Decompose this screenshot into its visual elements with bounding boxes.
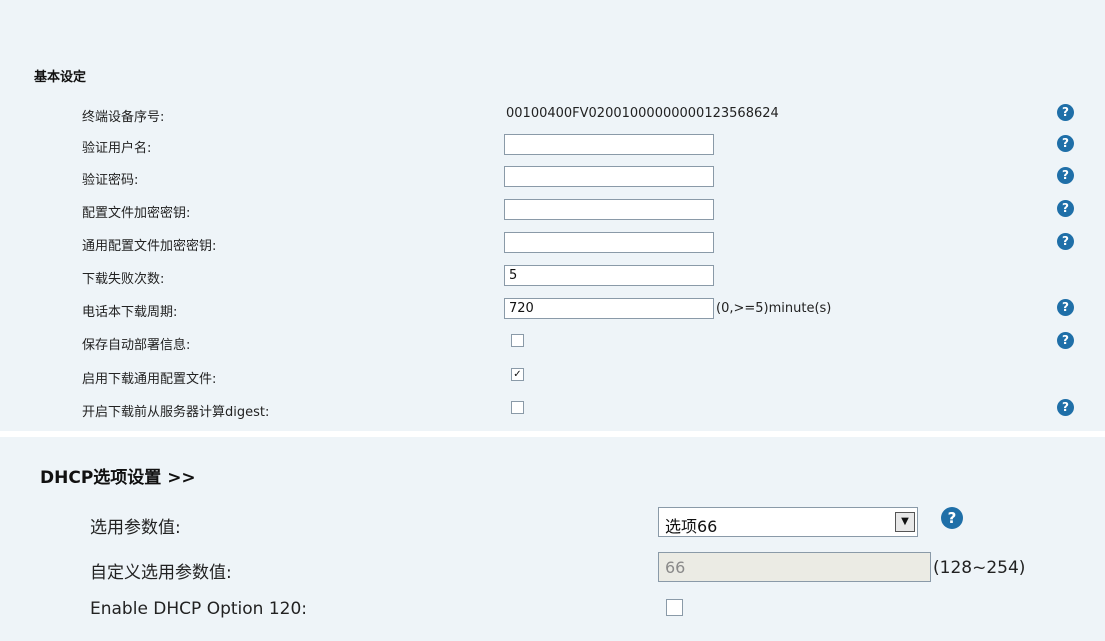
- fail-count-input[interactable]: [504, 265, 714, 286]
- row-digest: 开启下载前从服务器计算digest: ?: [0, 397, 1105, 423]
- fail-count-label: 下载失败次数:: [82, 272, 165, 287]
- serial-label: 终端设备序号:: [82, 110, 165, 125]
- custom-param-input: 66: [658, 552, 931, 582]
- row-auth-pass: 验证密码: ?: [0, 165, 1105, 191]
- help-icon[interactable]: ?: [1057, 332, 1074, 349]
- help-icon[interactable]: ?: [1057, 135, 1074, 152]
- section-title-dhcp[interactable]: DHCP选项设置 >>: [40, 463, 196, 488]
- enable-common-config-label: 启用下载通用配置文件:: [82, 372, 217, 387]
- help-icon[interactable]: ?: [1057, 299, 1074, 316]
- help-icon[interactable]: ?: [1057, 200, 1074, 217]
- auth-user-input[interactable]: [504, 134, 714, 155]
- custom-param-hint: (128~254): [933, 558, 1026, 578]
- row-option120: Enable DHCP Option 120:: [0, 593, 1105, 627]
- enable-common-config-checkbox[interactable]: ✓: [511, 368, 524, 381]
- row-save-autoprov: 保存自动部署信息: ?: [0, 330, 1105, 356]
- row-config-key: 配置文件加密密钥: ?: [0, 198, 1105, 224]
- serial-value: 00100400FV02001000000000123568624: [506, 106, 779, 121]
- save-autoprov-checkbox[interactable]: [511, 334, 524, 347]
- help-icon[interactable]: ?: [1057, 399, 1074, 416]
- help-icon[interactable]: ?: [1057, 167, 1074, 184]
- row-phonebook-period: 电话本下载周期: (0,>=5)minute(s) ?: [0, 297, 1105, 323]
- auth-user-label: 验证用户名:: [82, 141, 152, 156]
- row-fail-count: 下载失败次数:: [0, 264, 1105, 290]
- help-icon[interactable]: ?: [941, 507, 963, 529]
- row-option-param: 选用参数值: 选项66 ▼ ?: [0, 507, 1105, 541]
- phonebook-period-hint: (0,>=5)minute(s): [716, 301, 832, 316]
- config-key-label: 配置文件加密密钥:: [82, 206, 191, 221]
- custom-param-label: 自定义选用参数值:: [90, 563, 232, 583]
- config-key-input[interactable]: [504, 199, 714, 220]
- row-enable-common-config: 启用下载通用配置文件: ✓: [0, 364, 1105, 390]
- digest-label: 开启下载前从服务器计算digest:: [82, 405, 270, 420]
- auth-pass-label: 验证密码:: [82, 173, 139, 188]
- section-title-basic: 基本设定: [34, 70, 87, 85]
- row-common-config-key: 通用配置文件加密密钥: ?: [0, 231, 1105, 257]
- option-param-select[interactable]: 选项66 ▼: [658, 507, 918, 537]
- basic-settings-panel: 基本设定 终端设备序号: 00100400FV02001000000000123…: [0, 0, 1105, 431]
- dhcp-settings-panel: DHCP选项设置 >> 选用参数值: 选项66 ▼ ? 自定义选用参数值: 66…: [0, 437, 1105, 641]
- common-config-key-label: 通用配置文件加密密钥:: [82, 239, 217, 254]
- row-custom-param: 自定义选用参数值: 66 (128~254): [0, 552, 1105, 586]
- option-param-label: 选用参数值:: [90, 518, 181, 538]
- help-icon[interactable]: ?: [1057, 104, 1074, 121]
- help-icon[interactable]: ?: [1057, 233, 1074, 250]
- save-autoprov-label: 保存自动部署信息:: [82, 338, 191, 353]
- digest-checkbox[interactable]: [511, 401, 524, 414]
- option120-label: Enable DHCP Option 120:: [90, 599, 308, 619]
- row-serial: 终端设备序号: 00100400FV0200100000000012356862…: [0, 102, 1105, 128]
- option-param-selected: 选项66: [665, 517, 718, 536]
- common-config-key-input[interactable]: [504, 232, 714, 253]
- phonebook-period-label: 电话本下载周期:: [82, 305, 178, 320]
- auth-pass-input[interactable]: [504, 166, 714, 187]
- row-auth-user: 验证用户名: ?: [0, 133, 1105, 159]
- phonebook-period-input[interactable]: [504, 298, 714, 319]
- dropdown-arrow-icon[interactable]: ▼: [895, 512, 915, 532]
- option120-checkbox[interactable]: [666, 599, 683, 616]
